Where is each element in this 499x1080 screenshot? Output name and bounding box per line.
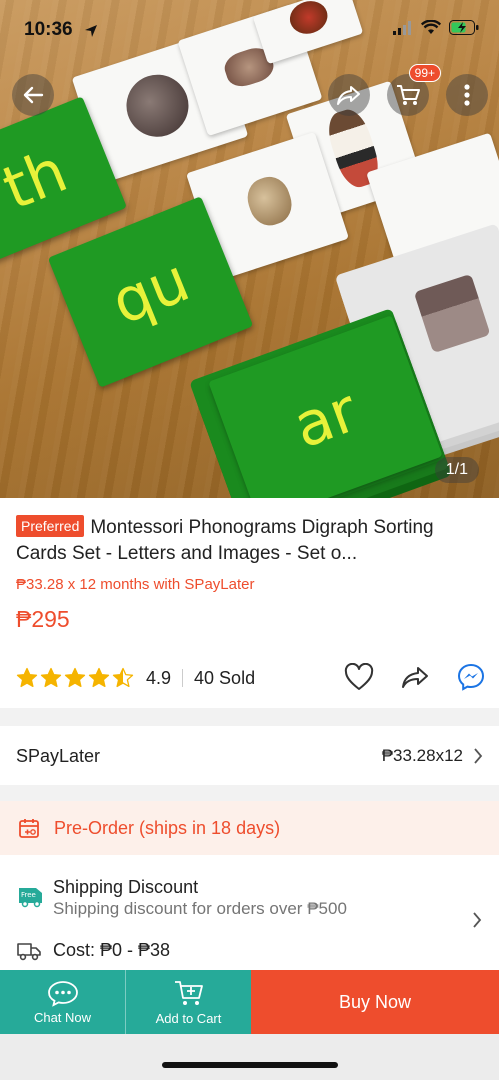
share-icon[interactable]: [400, 664, 430, 690]
preorder-text: Pre-Order (ships in 18 days): [54, 817, 281, 838]
preorder-banner: Pre-Order (ships in 18 days): [0, 801, 499, 855]
home-indicator[interactable]: [162, 1062, 338, 1068]
star-icon: [88, 667, 110, 688]
heart-icon[interactable]: [344, 663, 374, 691]
card-letters: qu: [102, 245, 199, 339]
more-button[interactable]: [446, 74, 488, 116]
location-arrow-icon: [85, 25, 97, 37]
card-picture: [118, 66, 197, 145]
product-title: Preferred Montessori Phonograms Digraph S…: [16, 515, 486, 567]
free-tag: Free: [21, 891, 36, 899]
buy-now-label: Buy Now: [338, 991, 412, 1012]
wifi-icon: [421, 20, 441, 34]
product-actions: [344, 662, 486, 692]
calendar-icon: [19, 819, 39, 838]
status-icons: [393, 20, 479, 35]
share-icon: [337, 86, 360, 105]
rating-row: 4.9 40 Sold: [16, 662, 486, 692]
sold-count: 40 Sold: [194, 667, 256, 688]
cart-button[interactable]: 99+: [387, 64, 441, 116]
preferred-badge: Preferred: [16, 515, 85, 537]
installment-text: ₱33.28 x 12 months with SPayLater: [16, 576, 255, 593]
buy-now-button[interactable]: Buy Now: [251, 970, 499, 1034]
cart-badge: 99+: [408, 64, 441, 82]
shipping-section[interactable]: Free Shipping Discount Shipping discount…: [0, 870, 499, 970]
star-icon: [112, 667, 134, 688]
free-shipping-icon: Free: [19, 888, 42, 908]
battery-icon: [449, 20, 479, 35]
share-button[interactable]: [328, 74, 370, 116]
card-picture: [242, 171, 297, 231]
signal-icon: [393, 20, 411, 35]
card-letters: th: [0, 136, 77, 224]
divider: [182, 669, 184, 687]
card-letters: ar: [284, 375, 367, 463]
section-separator: [0, 785, 499, 801]
more-icon: [464, 84, 470, 106]
chat-now-button[interactable]: Chat Now: [0, 970, 125, 1034]
star-icon: [16, 667, 38, 688]
chevron-right-icon: [474, 748, 483, 764]
shipping-title: Shipping Discount: [53, 877, 199, 897]
spaylater-row[interactable]: SPayLater ₱33.28x12: [0, 728, 499, 784]
image-counter: 1/1: [434, 457, 479, 483]
bottom-action-bar: Chat Now Add to Cart Buy Now: [0, 970, 499, 1034]
star-icon: [40, 667, 62, 688]
cart-icon: [397, 85, 420, 105]
messenger-icon[interactable]: [456, 662, 486, 692]
rating-stars: [16, 667, 134, 689]
shipping-subtitle: Shipping discount for orders over ₱500: [53, 899, 347, 918]
status-bar: 10:36: [0, 0, 499, 60]
product-image[interactable]: th qu ar 10:36 99+ 1/1: [0, 0, 499, 498]
star-icon: [64, 667, 86, 688]
chevron-right-icon: [473, 912, 482, 928]
add-to-cart-label: Add to Cart: [155, 1011, 222, 1026]
rating-value: 4.9: [146, 667, 172, 688]
card-picture: [413, 273, 491, 354]
chat-icon: [47, 981, 78, 1007]
chat-now-label: Chat Now: [33, 1010, 92, 1025]
back-button[interactable]: [12, 74, 54, 116]
spaylater-label: SPayLater: [16, 745, 101, 766]
product-price: ₱295: [16, 606, 70, 632]
truck-icon: [17, 943, 41, 961]
status-time: 10:36: [24, 19, 73, 40]
back-arrow-icon: [23, 86, 44, 104]
spaylater-value: ₱33.28x12: [381, 746, 463, 765]
shipping-cost: Cost: ₱0 - ₱38: [53, 940, 171, 960]
add-cart-icon: [174, 981, 203, 1005]
home-indicator-area: [0, 1034, 499, 1080]
section-separator: [0, 708, 499, 726]
add-to-cart-button[interactable]: Add to Cart: [125, 970, 251, 1034]
